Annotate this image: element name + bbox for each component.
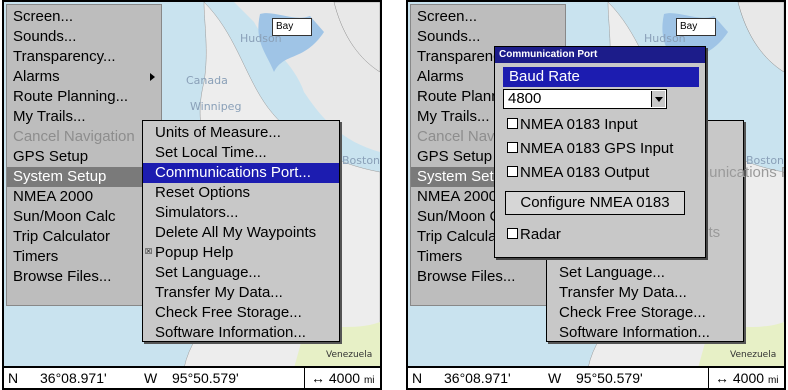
- submenu-item-transfer-data[interactable]: Transfer My Data...: [143, 283, 339, 303]
- submenu-item-label: Popup Help: [155, 244, 234, 261]
- baud-rate-value: 4800: [508, 90, 542, 107]
- submenu-arrow-icon: [150, 73, 155, 81]
- submenu-item-check-storage[interactable]: Check Free Storage...: [143, 303, 339, 323]
- latitude-hemisphere: N: [8, 370, 19, 386]
- menu-item-alarms[interactable]: Alarms: [7, 67, 161, 87]
- nmea-output-checkbox[interactable]: NMEA 0183 Output: [507, 163, 649, 183]
- submenu-item-set-language[interactable]: Set Language...: [547, 263, 743, 283]
- scale-unit: mi: [767, 375, 779, 386]
- submenu-item-units[interactable]: Units of Measure...: [143, 123, 339, 143]
- submenu-item-check-storage[interactable]: Check Free Storage...: [547, 303, 743, 323]
- map-scale: ↔ 4000 mi: [708, 368, 784, 388]
- dialog-title: Communication Port: [495, 47, 705, 63]
- submenu-item-software-info[interactable]: Software Information...: [143, 323, 339, 343]
- menu-item-sounds[interactable]: Sounds...: [7, 27, 161, 47]
- checkbox-icon: [507, 118, 518, 129]
- nmea-input-checkbox[interactable]: NMEA 0183 Input: [507, 115, 638, 135]
- submenu-item-communications-port[interactable]: Communications Port...: [143, 163, 339, 183]
- menu-item-transparency[interactable]: Transparency...: [7, 47, 161, 67]
- scale-arrow-icon: ↔: [311, 370, 325, 386]
- map-label: Hudson: [240, 32, 282, 45]
- longitude-hemisphere: W: [548, 370, 562, 386]
- submenu-item-software-info[interactable]: Software Information...: [547, 323, 743, 343]
- right-screen: Bay Hudson Boston Venezuela Screen... So…: [406, 0, 786, 390]
- scale-arrow-icon: ↔: [715, 370, 729, 386]
- configure-nmea-button[interactable]: Configure NMEA 0183: [505, 191, 685, 215]
- menu-item-timers[interactable]: Timers: [7, 247, 161, 267]
- left-screen: Bay Hudson Canada Winnipeg Boston Venezu…: [2, 0, 382, 390]
- latitude-value: 36°08.971': [40, 370, 107, 386]
- radar-checkbox[interactable]: Radar: [507, 225, 561, 245]
- baud-rate-label: Baud Rate: [503, 67, 699, 87]
- menu-item-screen[interactable]: Screen...: [7, 7, 161, 27]
- nmea-gps-input-checkbox[interactable]: NMEA 0183 GPS Input: [507, 139, 673, 159]
- menu-item-browse-files[interactable]: Browse Files...: [411, 267, 565, 287]
- latitude-value: 36°08.971': [444, 370, 511, 386]
- submenu-item-transfer-data[interactable]: Transfer My Data...: [547, 283, 743, 303]
- menu-item-gps-setup[interactable]: GPS Setup: [7, 147, 161, 167]
- menu-item-route-planning[interactable]: Route Planning...: [7, 87, 161, 107]
- latitude-hemisphere: N: [412, 370, 423, 386]
- submenu-item-popup-help[interactable]: ☒ Popup Help: [143, 243, 339, 263]
- checkbox-label: NMEA 0183 Output: [520, 164, 650, 181]
- map-label: Winnipeg: [190, 100, 242, 113]
- map-label: Hudson: [644, 32, 686, 45]
- scale-unit: mi: [363, 375, 375, 386]
- menu-item-browse-files[interactable]: Browse Files...: [7, 267, 161, 287]
- submenu-item-delete-waypoints[interactable]: Delete All My Waypoints: [143, 223, 339, 243]
- menu-item-label: Alarms: [13, 68, 60, 85]
- system-setup-submenu: Units of Measure... Set Local Time... Co…: [142, 120, 340, 342]
- status-bar: N 36°08.971' W 95°50.579' ↔ 4000 mi: [408, 366, 784, 388]
- communication-port-dialog: Communication Port Baud Rate 4800 NMEA 0…: [494, 46, 706, 258]
- map-label: Venezuela: [326, 350, 373, 360]
- longitude-value: 95°50.579': [172, 370, 239, 386]
- submenu-item-set-language[interactable]: Set Language...: [143, 263, 339, 283]
- map-label: Canada: [186, 74, 228, 87]
- checked-icon: ☒: [145, 247, 153, 256]
- submenu-item-simulators[interactable]: Simulators...: [143, 203, 339, 223]
- longitude-hemisphere: W: [144, 370, 158, 386]
- map-scale: ↔ 4000 mi: [304, 368, 380, 388]
- menu-item-nmea-2000[interactable]: NMEA 2000: [7, 187, 161, 207]
- menu-item-cancel-navigation: Cancel Navigation: [13, 128, 135, 145]
- checkbox-icon: [507, 166, 518, 177]
- dropdown-arrow-icon[interactable]: [651, 91, 665, 107]
- checkbox-label: Radar: [520, 226, 561, 243]
- submenu-item-reset-options[interactable]: Reset Options: [143, 183, 339, 203]
- menu-item-sun-moon[interactable]: Sun/Moon Calc: [7, 207, 161, 227]
- menu-item-system-setup[interactable]: System Setup: [7, 167, 161, 187]
- map-label: Venezuela: [730, 350, 777, 360]
- baud-rate-select[interactable]: 4800: [503, 89, 667, 109]
- main-menu: Screen... Sounds... Transparency... Alar…: [6, 4, 162, 306]
- menu-item-screen[interactable]: Screen...: [411, 7, 565, 27]
- checkbox-label: NMEA 0183 GPS Input: [520, 140, 674, 157]
- menu-item-sounds[interactable]: Sounds...: [411, 27, 565, 47]
- scale-value: 4000: [328, 370, 361, 386]
- scale-value: 4000: [732, 370, 765, 386]
- submenu-item-local-time[interactable]: Set Local Time...: [143, 143, 339, 163]
- menu-item-trip-calculator[interactable]: Trip Calculator: [7, 227, 161, 247]
- longitude-value: 95°50.579': [576, 370, 643, 386]
- checkbox-label: NMEA 0183 Input: [520, 116, 638, 133]
- map-label: Boston: [342, 154, 380, 167]
- checkbox-icon: [507, 228, 518, 239]
- checkbox-icon: [507, 142, 518, 153]
- status-bar: N 36°08.971' W 95°50.579' ↔ 4000 mi: [4, 366, 380, 388]
- menu-item-my-trails[interactable]: My Trails...: [7, 107, 161, 127]
